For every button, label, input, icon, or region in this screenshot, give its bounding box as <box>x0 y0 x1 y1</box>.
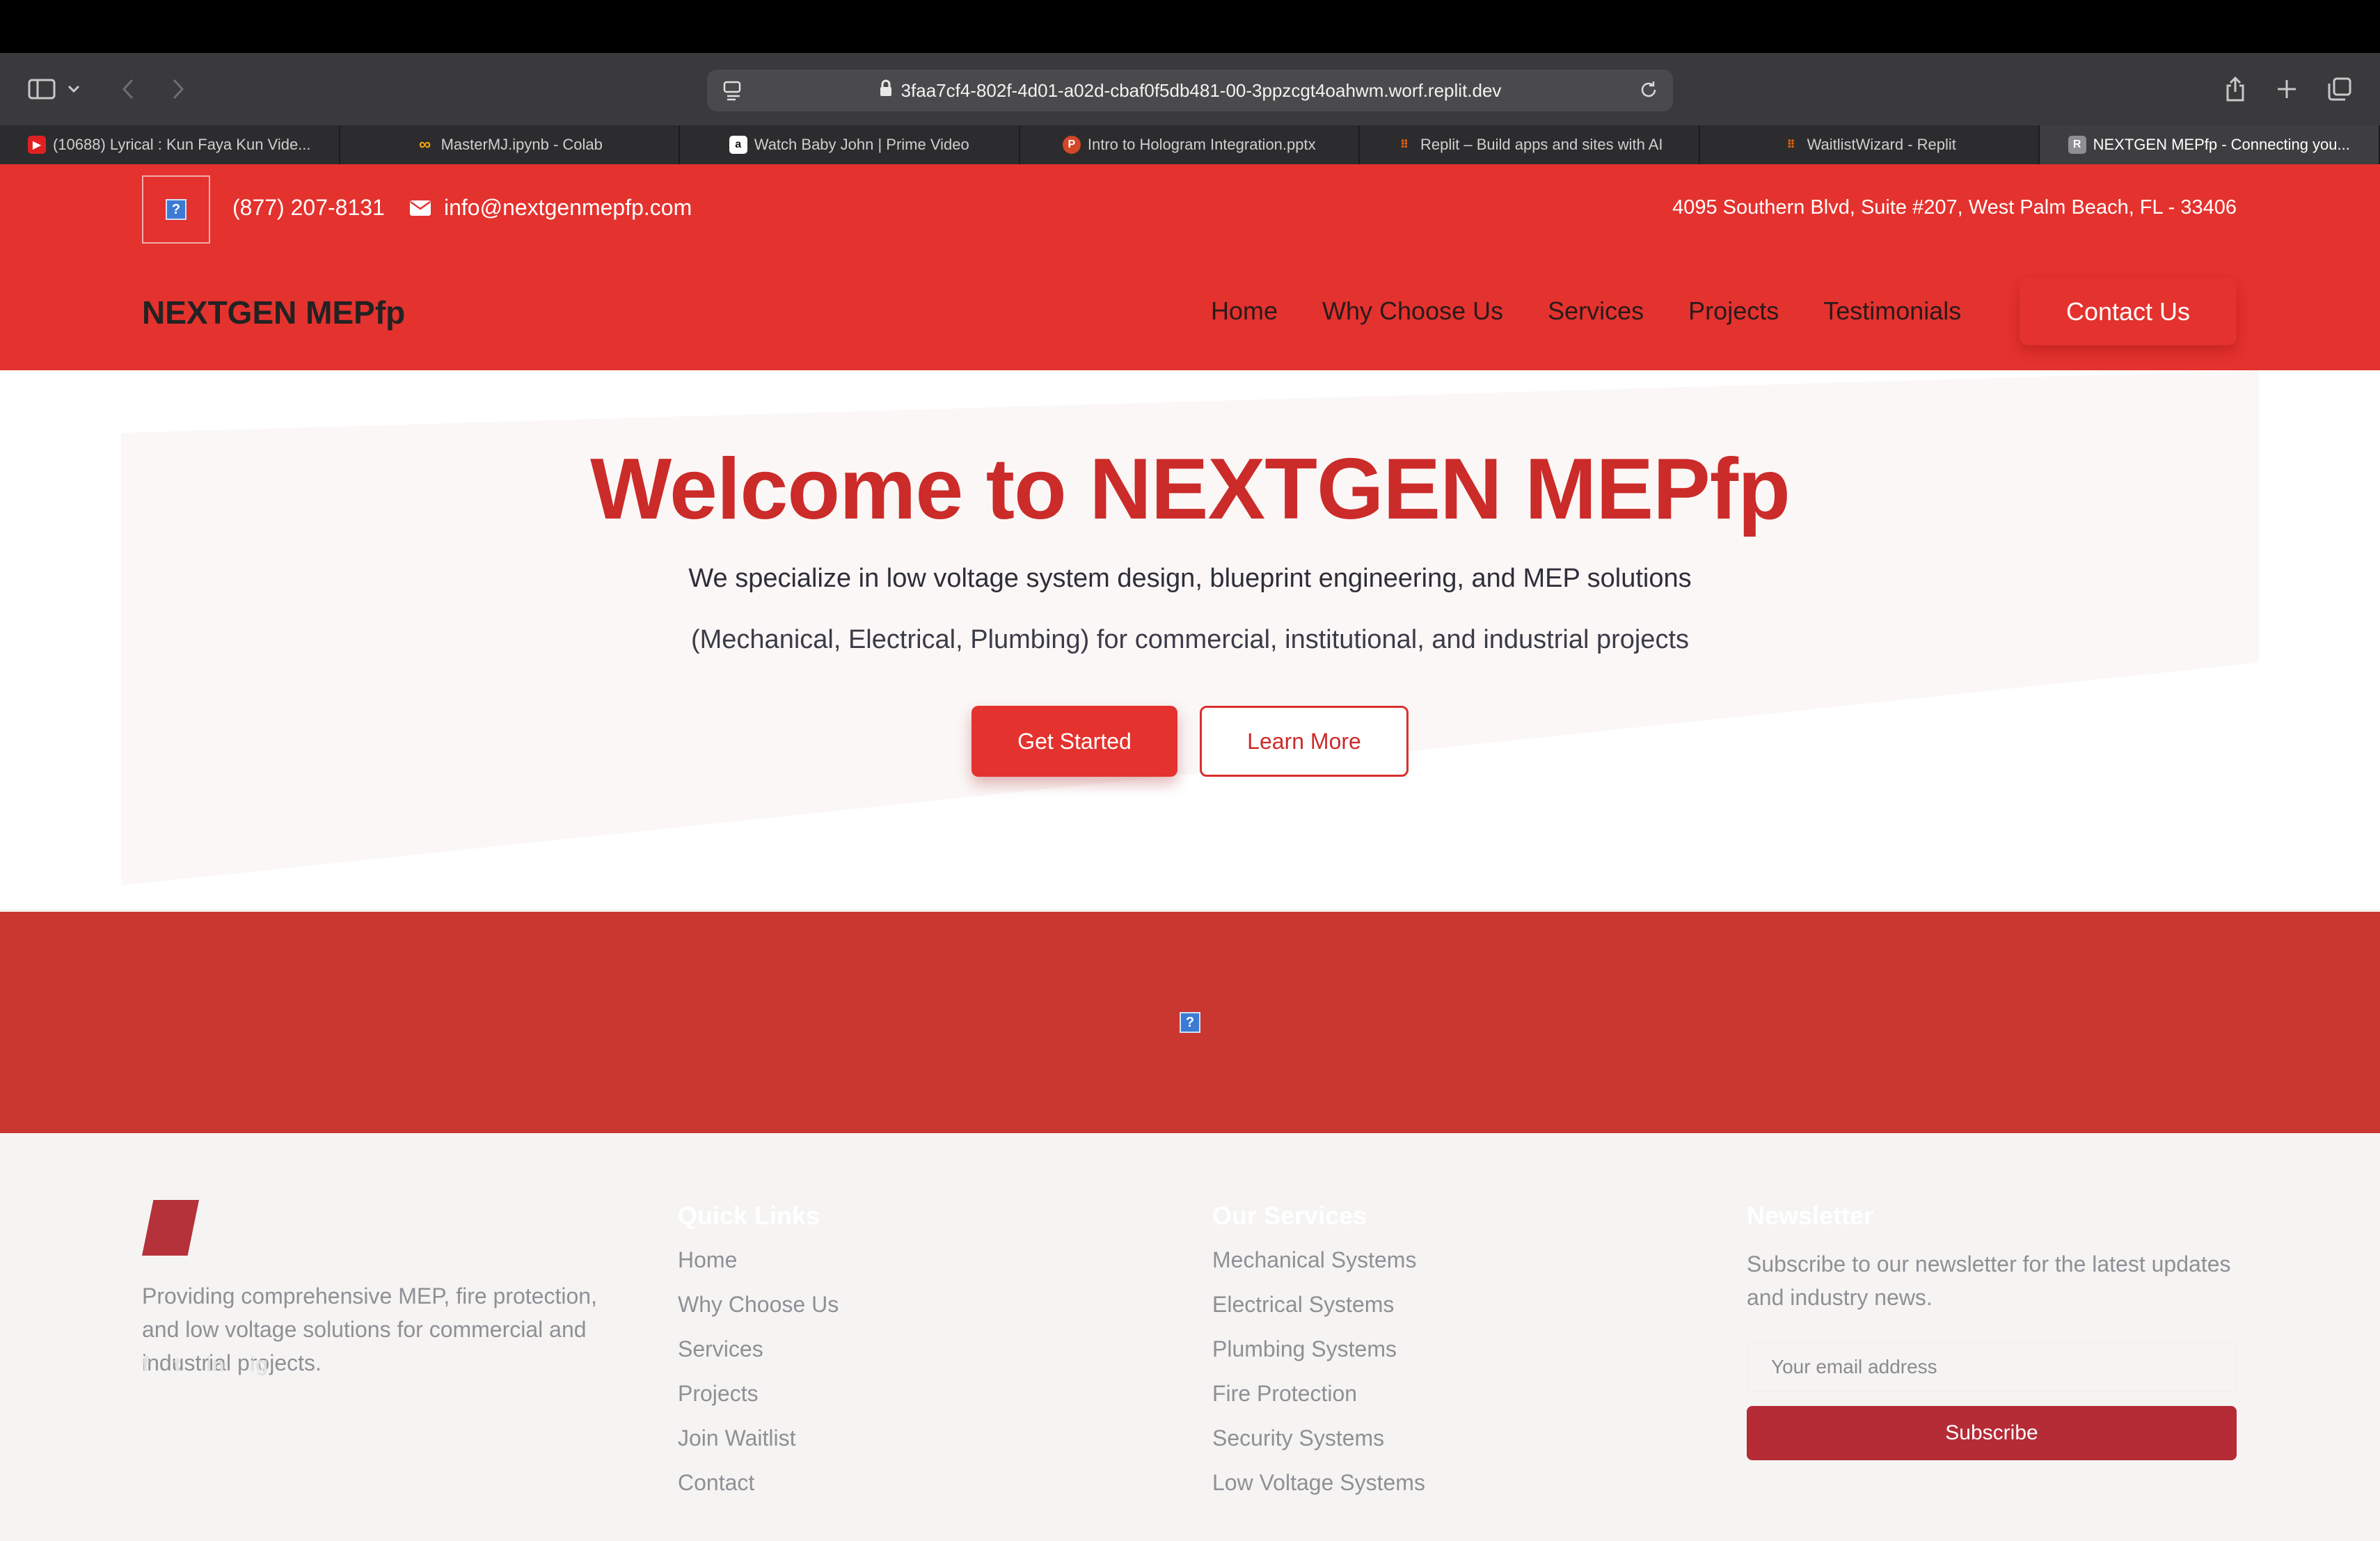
tab-youtube[interactable]: ▶ (10688) Lyrical : Kun Faya Kun Vide... <box>0 125 340 164</box>
email-contact[interactable]: info@nextgenmepfp.com <box>409 195 692 221</box>
social-links: f t in ig <box>142 1353 293 1377</box>
office-address: 4095 Southern Blvd, Suite #207, West Pal… <box>1672 196 2237 219</box>
tab-label: Intro to Hologram Integration.pptx <box>1087 136 1316 153</box>
replit-icon: ⠿ <box>1786 139 1795 151</box>
hero-subtitle-line1: We specialize in low voltage system desi… <box>688 564 1692 593</box>
hero-section: Welcome to NEXTGEN MEPfp We specialize i… <box>0 370 2380 909</box>
tab-label: MasterMJ.ipynb - Colab <box>441 136 603 153</box>
footer-link-why-choose-us[interactable]: Why Choose Us <box>678 1292 839 1336</box>
sidebar-toggle-icon[interactable] <box>21 68 63 110</box>
site-header: ? (877) 207-8131 info@nextgenmepfp.com 4… <box>0 164 2380 370</box>
footer-link-services[interactable]: Services <box>678 1336 839 1381</box>
lock-icon <box>879 79 893 102</box>
footer-service-fire-protection[interactable]: Fire Protection <box>1212 1381 1425 1425</box>
footer-service-plumbing[interactable]: Plumbing Systems <box>1212 1336 1425 1381</box>
quick-links-column: Quick Links Home Why Choose Us Services … <box>678 1201 839 1515</box>
page-settings-icon[interactable] <box>721 79 743 106</box>
nav-services[interactable]: Services <box>1548 297 1644 326</box>
back-icon[interactable] <box>107 68 149 110</box>
r-icon: R <box>2068 136 2086 154</box>
tab-bar: ▶ (10688) Lyrical : Kun Faya Kun Vide...… <box>0 125 2380 164</box>
tab-replit[interactable]: ⠿ Replit – Build apps and sites with AI <box>1360 125 1700 164</box>
tab-waitlistwizard[interactable]: ⠿ WaitlistWizard - Replit <box>1700 125 2040 164</box>
linkedin-icon[interactable]: in <box>206 1353 225 1377</box>
quick-links-heading: Quick Links <box>678 1201 820 1230</box>
hero-subtitle-line2: (Mechanical, Electrical, Plumbing) for c… <box>690 625 1690 654</box>
nav-why-choose-us[interactable]: Why Choose Us <box>1322 297 1503 326</box>
footer-link-contact[interactable]: Contact <box>678 1470 839 1515</box>
twitter-icon[interactable]: t <box>174 1353 181 1377</box>
newsletter-column: Newsletter Subscribe to our newsletter f… <box>1747 1201 2237 1460</box>
browser-toolbar: 3faa7cf4-802f-4d01-a02d-cbaf0f5db481-00-… <box>0 53 2380 125</box>
tab-nextgen-active[interactable]: R NEXTGEN MEPfp - Connecting you... <box>2040 125 2380 164</box>
site-logo-text[interactable]: NEXTGEN MEPfp <box>142 294 405 331</box>
newsletter-email-input[interactable]: Your email address <box>1747 1342 2237 1392</box>
tab-prime-video[interactable]: a Watch Baby John | Prime Video <box>680 125 1020 164</box>
nav-home[interactable]: Home <box>1211 297 1278 326</box>
learn-more-button[interactable]: Learn More <box>1200 706 1409 777</box>
phone-number[interactable]: (877) 207-8131 <box>232 195 385 221</box>
contact-us-button[interactable]: Contact Us <box>2020 278 2237 345</box>
facebook-icon[interactable]: f <box>142 1353 149 1377</box>
footer-link-join-waitlist[interactable]: Join Waitlist <box>678 1425 839 1470</box>
get-started-button[interactable]: Get Started <box>971 706 1177 777</box>
footer-logo <box>142 1200 199 1256</box>
broken-image: ? <box>142 175 210 244</box>
site-footer: Providing comprehensive MEP, fire protec… <box>0 1133 2380 1541</box>
footer-service-low-voltage[interactable]: Low Voltage Systems <box>1212 1470 1425 1515</box>
chevron-down-icon[interactable] <box>60 68 88 110</box>
red-banner: ? <box>0 912 2380 1133</box>
services-column: Our Services Mechanical Systems Electric… <box>1212 1201 1425 1515</box>
powerpoint-icon: P <box>1062 136 1081 154</box>
envelope-icon <box>410 200 431 216</box>
tab-colab[interactable]: ∞ MasterMJ.ipynb - Colab <box>340 125 680 164</box>
footer-link-projects[interactable]: Projects <box>678 1381 839 1425</box>
address-bar[interactable]: 3faa7cf4-802f-4d01-a02d-cbaf0f5db481-00-… <box>707 70 1673 111</box>
tab-powerpoint[interactable]: P Intro to Hologram Integration.pptx <box>1020 125 1360 164</box>
main-nav: Home Why Choose Us Services Projects Tes… <box>1211 297 2006 326</box>
broken-image-icon: ? <box>166 199 187 220</box>
broken-image-icon: ? <box>1180 1012 1200 1033</box>
screen-top-bezel <box>0 0 2380 53</box>
youtube-icon: ▶ <box>27 136 46 154</box>
newsletter-text: Subscribe to our newsletter for the late… <box>1747 1251 2231 1310</box>
tab-label: WaitlistWizard - Replit <box>1807 136 1956 153</box>
tab-label: NEXTGEN MEPfp - Connecting you... <box>2093 136 2350 153</box>
footer-link-home[interactable]: Home <box>678 1247 839 1292</box>
subscribe-button[interactable]: Subscribe <box>1747 1406 2237 1460</box>
colab-icon: ∞ <box>419 135 431 154</box>
forward-icon[interactable] <box>157 68 199 110</box>
nav-projects[interactable]: Projects <box>1688 297 1779 326</box>
share-icon[interactable] <box>2214 68 2256 110</box>
footer-service-electrical[interactable]: Electrical Systems <box>1212 1292 1425 1336</box>
footer-service-security[interactable]: Security Systems <box>1212 1425 1425 1470</box>
instagram-icon[interactable]: ig <box>250 1353 269 1377</box>
newsletter-heading: Newsletter <box>1747 1201 1874 1230</box>
web-page: ? (877) 207-8131 info@nextgenmepfp.com 4… <box>0 164 2380 1541</box>
amazon-icon: a <box>729 136 747 154</box>
url-text: 3faa7cf4-802f-4d01-a02d-cbaf0f5db481-00-… <box>901 79 1502 101</box>
services-heading: Our Services <box>1212 1201 1367 1230</box>
replit-icon: ⠿ <box>1399 139 1409 151</box>
nav-testimonials[interactable]: Testimonials <box>1823 297 1961 326</box>
reload-icon[interactable] <box>1638 79 1659 105</box>
tab-overview-icon[interactable] <box>2319 68 2361 110</box>
new-tab-icon[interactable] <box>2266 68 2308 110</box>
tab-label: Watch Baby John | Prime Video <box>754 136 969 153</box>
email-address: info@nextgenmepfp.com <box>444 195 692 220</box>
hero-title: Welcome to NEXTGEN MEPfp <box>590 441 1791 537</box>
tab-label: Replit – Build apps and sites with AI <box>1420 136 1663 153</box>
tab-label: (10688) Lyrical : Kun Faya Kun Vide... <box>52 136 311 153</box>
footer-service-mechanical[interactable]: Mechanical Systems <box>1212 1247 1425 1292</box>
